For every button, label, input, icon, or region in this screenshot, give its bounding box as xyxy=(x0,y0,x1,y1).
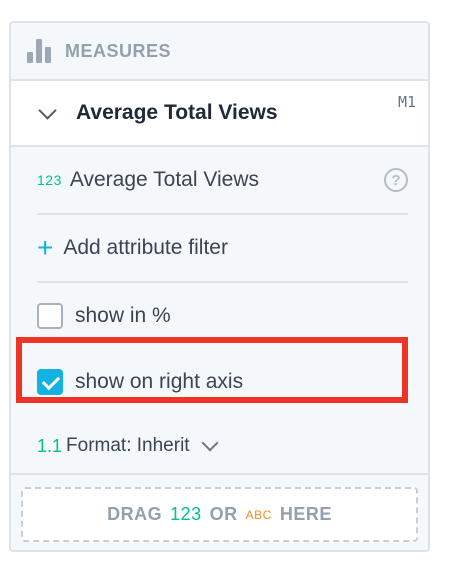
format-label: Format: Inherit xyxy=(66,435,190,456)
measure-id-badge: M1 xyxy=(397,93,416,111)
dropzone-attribute-badge: ABC xyxy=(245,507,272,522)
dropzone-numeric-badge: 123 xyxy=(170,504,202,524)
plus-icon: + xyxy=(37,232,54,263)
divider xyxy=(11,473,428,475)
question-icon[interactable]: ? xyxy=(384,168,408,192)
chevron-down-icon[interactable] xyxy=(38,100,57,120)
dropzone-here: HERE xyxy=(279,504,332,524)
show-on-right-axis-label: show on right axis xyxy=(75,370,244,393)
measure-title: Average Total Views xyxy=(76,101,278,124)
show-on-right-axis-option[interactable]: show on right axis xyxy=(37,349,408,415)
show-in-percent-option[interactable]: show in % xyxy=(37,283,408,349)
format-dropdown[interactable]: 1.1 Format: Inherit xyxy=(37,415,408,477)
add-attribute-filter-button[interactable]: + Add attribute filter xyxy=(37,215,408,283)
section-title: MEASURES xyxy=(65,40,172,61)
show-on-right-axis-checkbox[interactable] xyxy=(37,369,63,395)
measures-panel: MEASURES Average Total Views M1 123 Aver… xyxy=(9,21,430,552)
measures-header: MEASURES xyxy=(11,23,428,79)
add-filter-label: Add attribute filter xyxy=(63,236,228,259)
show-in-percent-label: show in % xyxy=(75,304,171,327)
dropzone-or: OR xyxy=(209,504,238,524)
metric-row: 123 Average Total Views ? xyxy=(37,147,408,215)
chevron-down-icon[interactable] xyxy=(201,434,219,452)
format-prefix: 1.1 xyxy=(37,435,63,456)
drag-dropzone[interactable]: DRAG 123 OR ABC HERE xyxy=(21,487,418,542)
show-in-percent-checkbox[interactable] xyxy=(37,303,63,329)
measure-header[interactable]: Average Total Views M1 xyxy=(11,79,428,147)
metric-name: Average Total Views xyxy=(69,168,259,191)
numeric-type-badge: 123 xyxy=(37,172,62,188)
bar-chart-icon xyxy=(27,39,51,63)
dropzone-drag: DRAG xyxy=(107,504,163,524)
